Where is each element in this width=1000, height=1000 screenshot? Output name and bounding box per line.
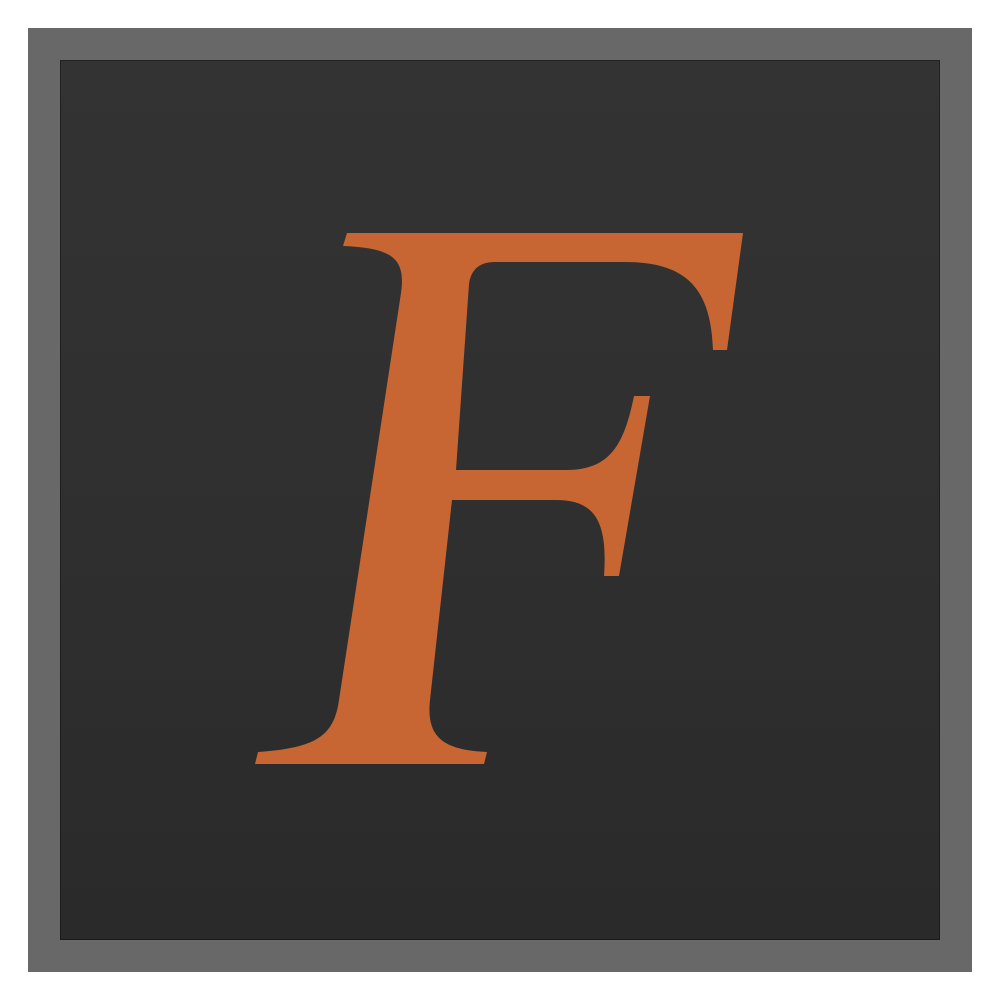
- letter-f-glyph: [255, 233, 743, 764]
- letter-f-shape: [255, 233, 743, 764]
